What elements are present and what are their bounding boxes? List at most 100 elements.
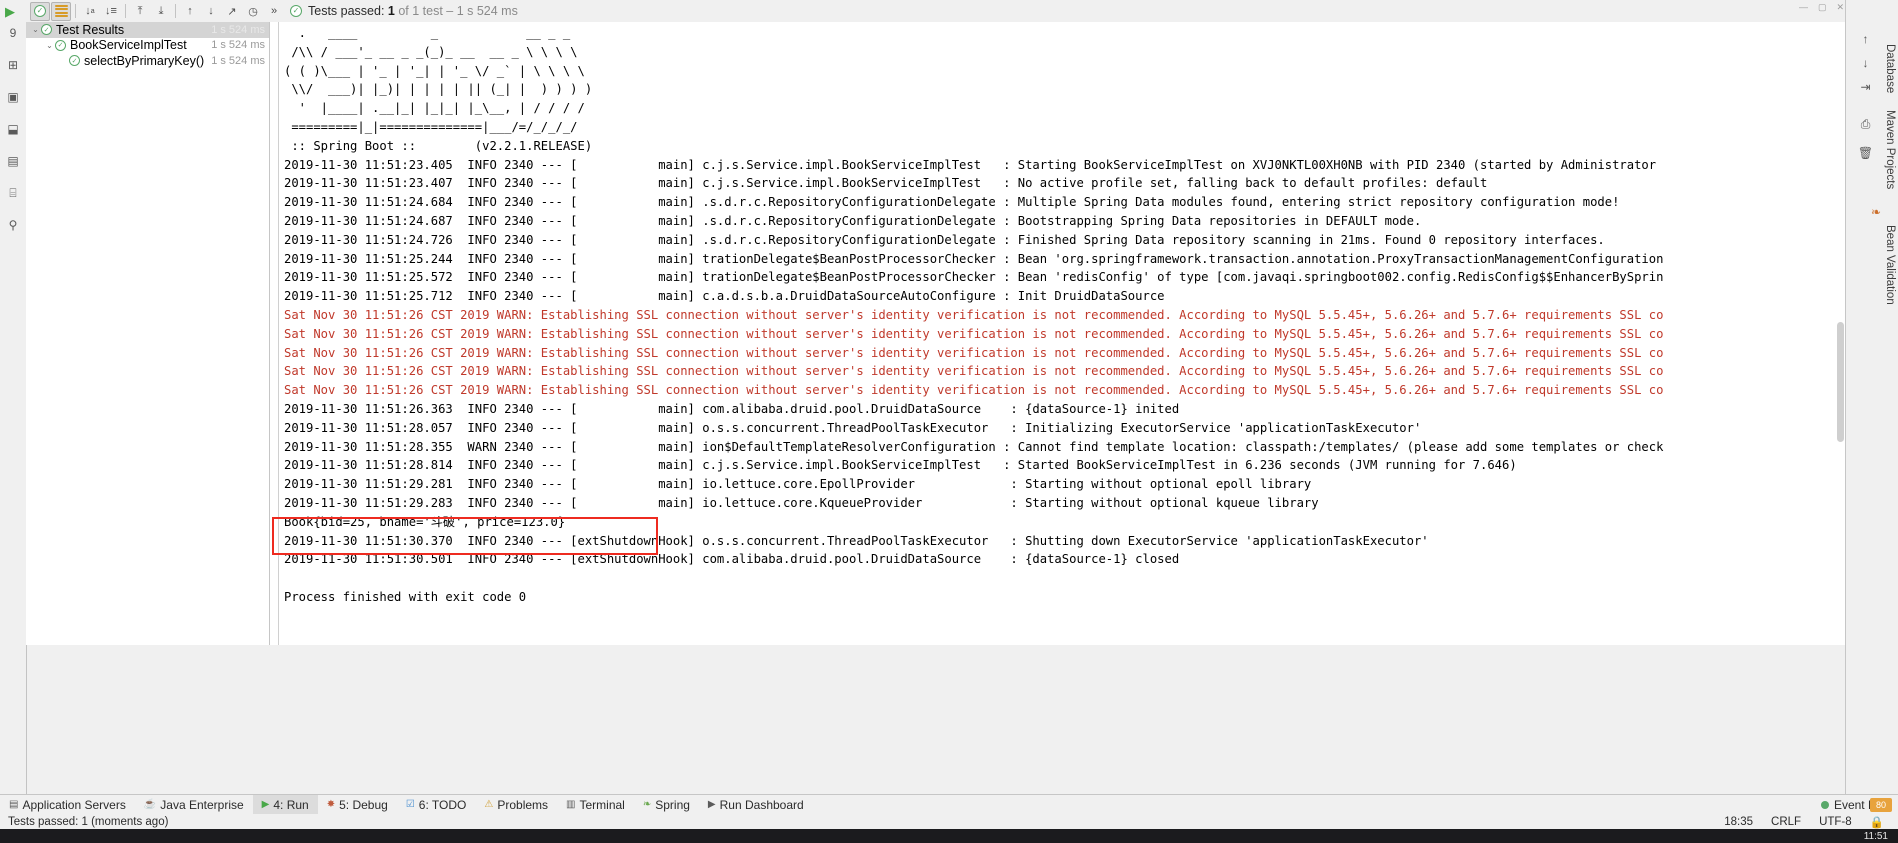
window-controls: — ▢ ✕	[1799, 0, 1844, 14]
debugger-icon[interactable]: 9	[4, 24, 22, 42]
minimize-icon[interactable]: —	[1799, 2, 1808, 12]
tool-window-spring[interactable]: ❧ Spring	[634, 795, 699, 814]
console-line: Sat Nov 30 11:51:26 CST 2019 WARN: Estab…	[284, 364, 1664, 379]
terminal-icon[interactable]: ▤	[4, 152, 22, 170]
console-line: 2019-11-30 11:51:29.281 INFO 2340 --- [ …	[284, 477, 1312, 492]
export-test-results-button[interactable]: ↗	[222, 2, 242, 21]
test-results-tree[interactable]: ⌄ ✓ Test Results 1 s 524 ms ⌄ ✓ BookServ…	[26, 22, 270, 645]
show-passed-toggle[interactable]: ✓	[30, 1, 50, 21]
tree-label: Test Results	[56, 22, 125, 37]
console-line: 2019-11-30 11:51:26.363 INFO 2340 --- [ …	[284, 401, 1180, 416]
test-history-button[interactable]: ◷	[243, 2, 263, 21]
console-line: 2019-11-30 11:51:24.687 INFO 2340 --- [ …	[284, 213, 1422, 228]
maximize-icon[interactable]: ▢	[1818, 2, 1827, 13]
tree-label: selectByPrimaryKey()	[84, 53, 205, 68]
tool-window-java-enterprise[interactable]: ☕ Java Enterprise	[135, 795, 253, 814]
close-icon[interactable]: ✕	[1836, 2, 1844, 13]
console-line: Book{bid=25, bname='斗破', price=123.0}	[284, 514, 566, 529]
sort-by-duration-button[interactable]: ↓≡	[101, 2, 121, 21]
console-line: 2019-11-30 11:51:28.057 INFO 2340 --- [ …	[284, 420, 1422, 435]
tool-window-debug[interactable]: ✸ 5: Debug	[318, 795, 397, 814]
tool-window-label: 6: TODO	[418, 797, 467, 812]
console-line: 2019-11-30 11:51:25.712 INFO 2340 --- [ …	[284, 289, 1165, 304]
soft-wrap-icon[interactable]: ⇥	[1857, 78, 1874, 95]
favorites-icon[interactable]: ▣	[4, 88, 22, 106]
database-icon[interactable]: ⌸	[4, 184, 22, 202]
status-bar-right: 18:35 CRLF UTF-8 🔒	[1724, 815, 1898, 829]
console-line: 2019-11-30 11:51:30.501 INFO 2340 --- [e…	[284, 552, 1180, 567]
chevron-down-icon[interactable]: ⌄	[30, 25, 41, 34]
tool-window-label: Problems	[497, 797, 549, 812]
toolbar-separator-2	[125, 4, 126, 18]
left-tool-rail: 9 ⊞ ▣ ⬓ ▤ ⌸ ⚲	[0, 0, 27, 819]
play-icon: ▶	[261, 799, 270, 810]
console-line: Process finished with exit code 0	[284, 589, 527, 604]
console-line: 2019-11-30 11:51:30.370 INFO 2340 --- [e…	[284, 533, 1429, 548]
tree-row-bookserviceimpltest[interactable]: ⌄ ✓ BookServiceImplTest 1 s 524 ms	[26, 38, 269, 54]
test-runner-toolbar: ✓ ↓ a ↓≡ ⤒ ⤓ ↑ ↓ ↗ ◷ » ✓ Tests passed: 1 …	[26, 0, 1846, 23]
console-line: 2019-11-30 11:51:29.283 INFO 2340 --- [ …	[284, 495, 1319, 510]
tool-window-todo[interactable]: ☑ 6: TODO	[397, 795, 476, 814]
taskbar-clock: 11:51	[1863, 830, 1888, 842]
run-button-rail: ▶	[0, 0, 26, 22]
console-scrollbar[interactable]	[1837, 322, 1844, 442]
ide-window: 9 ⊞ ▣ ⬓ ▤ ⌸ ⚲ ▶ ✓ ↓ a ↓≡ ⤒ ⤓ ↑ ↓ ↗ ◷ » ✓ …	[0, 0, 1898, 843]
console-line: 2019-11-30 11:51:28.355 WARN 2340 --- [ …	[284, 439, 1664, 454]
tree-row-selectbyprimarykey[interactable]: ✓ selectByPrimaryKey() 1 s 524 ms	[26, 53, 269, 69]
scroll-up-icon[interactable]: ↑	[1857, 30, 1874, 47]
clear-all-icon[interactable]: 🗑	[1857, 144, 1874, 161]
tool-window-problems[interactable]: ⚠ Problems	[475, 795, 557, 814]
show-ignored-toggle[interactable]	[51, 1, 71, 21]
console-line: Sat Nov 30 11:51:26 CST 2019 WARN: Estab…	[284, 307, 1664, 322]
tests-passed-label: Tests passed: 1 of 1 test – 1 s 524 ms	[308, 4, 518, 18]
tree-row-test-results[interactable]: ⌄ ✓ Test Results 1 s 524 ms	[26, 22, 269, 38]
console-line: Sat Nov 30 11:51:26 CST 2019 WARN: Estab…	[284, 383, 1664, 398]
console-log: 2019-11-30 11:51:23.405 INFO 2340 --- [ …	[284, 156, 1846, 607]
warning-icon: ⚠	[484, 799, 494, 810]
pass-icon: ✓	[69, 55, 80, 67]
line-separator-indicator[interactable]: CRLF	[1771, 816, 1801, 828]
encoding-indicator[interactable]: UTF-8	[1819, 816, 1852, 828]
more-options-button[interactable]: »	[264, 2, 284, 21]
print-icon[interactable]: ⎙	[1857, 116, 1874, 133]
rerun-tests-button[interactable]: ▶	[5, 4, 15, 20]
previous-failed-test-button[interactable]: ↑	[180, 2, 200, 21]
maven-projects-tab[interactable]: Maven Projects	[1884, 110, 1896, 189]
tool-window-bar: ▤ Application Servers ☕ Java Enterprise …	[0, 794, 1898, 814]
tool-window-label: Java Enterprise	[160, 797, 244, 812]
toolbar-separator	[75, 4, 76, 18]
tool-window-label: Terminal	[579, 797, 625, 812]
bean-validation-tab[interactable]: Bean Validation	[1884, 225, 1896, 305]
expand-all-button[interactable]: ⤒	[130, 2, 150, 21]
collapse-all-button[interactable]: ⤓	[151, 2, 171, 21]
build-icon[interactable]: ⬓	[4, 120, 22, 138]
chevron-down-icon[interactable]: ⌄	[44, 41, 55, 50]
pin-icon[interactable]: ⚲	[4, 216, 22, 234]
lock-icon[interactable]: 🔒	[1870, 815, 1884, 829]
pass-icon: ✓	[55, 39, 66, 51]
tool-window-run-dashboard[interactable]: ▶ Run Dashboard	[699, 795, 813, 814]
next-failed-test-button[interactable]: ↓	[201, 2, 221, 21]
console-output[interactable]: . ____ _ __ _ _ /\\ / ___'_ __ _ _(_)_ _…	[270, 22, 1846, 645]
windows-taskbar: 11:51	[0, 829, 1898, 843]
tool-window-label: Application Servers	[22, 797, 126, 812]
tool-window-terminal[interactable]: ▥ Terminal	[557, 795, 634, 814]
console-line: 2019-11-30 11:51:25.572 INFO 2340 --- [ …	[284, 270, 1664, 285]
console-line: 2019-11-30 11:51:24.726 INFO 2340 --- [ …	[284, 232, 1605, 247]
tool-window-run[interactable]: ▶ 4: Run	[252, 795, 318, 814]
console-line: 2019-11-30 11:51:24.684 INFO 2340 --- [ …	[284, 195, 1620, 210]
status-check-icon: ✓	[290, 5, 302, 17]
structure-icon[interactable]: ⊞	[4, 56, 22, 74]
tree-label: BookServiceImplTest	[70, 38, 187, 53]
scroll-down-icon[interactable]: ↓	[1857, 54, 1874, 71]
ide-status-bar: Tests passed: 1 (moments ago) 18:35 CRLF…	[0, 814, 1898, 829]
stack-icon	[54, 5, 68, 17]
console-line: Sat Nov 30 11:51:26 CST 2019 WARN: Estab…	[284, 345, 1664, 360]
tool-window-application-servers[interactable]: ▤ Application Servers	[0, 795, 135, 814]
inspection-warning-badge[interactable]: 80	[1870, 798, 1892, 812]
sort-alphabetically-button[interactable]: ↓ a	[80, 2, 100, 21]
event-log-icon	[1820, 800, 1829, 809]
tool-window-label: Spring	[655, 797, 690, 812]
database-tab[interactable]: Database	[1884, 44, 1896, 93]
